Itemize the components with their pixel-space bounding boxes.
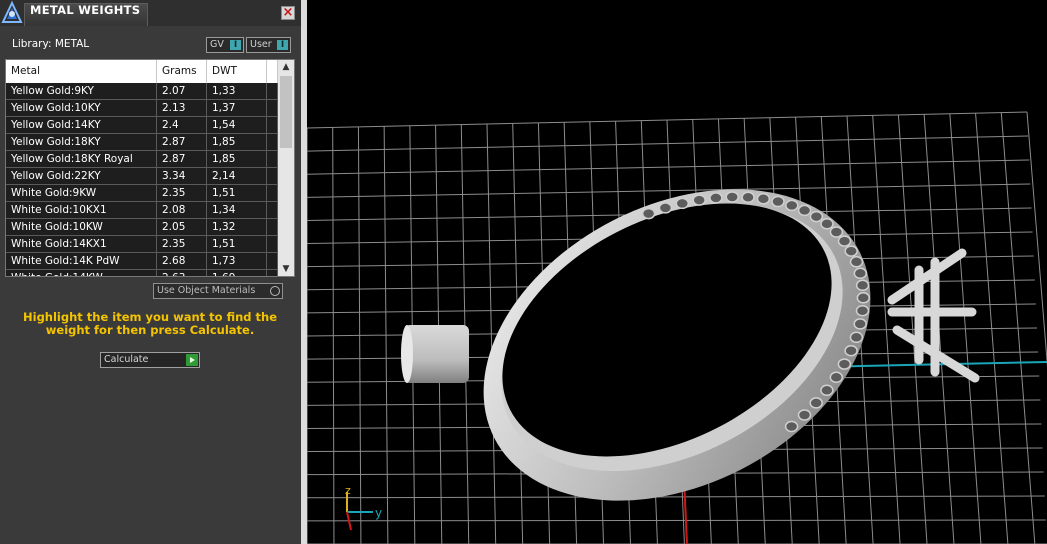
scroll-up-arrow-icon[interactable]: ▲	[278, 60, 294, 74]
dwt-cell: 1,85	[207, 134, 267, 151]
grams-cell: 2.63	[157, 270, 207, 276]
metal-cell: Yellow Gold:14KY	[6, 117, 157, 134]
dwt-cell: 1,51	[207, 236, 267, 253]
use-object-materials-toggle[interactable]: Use Object Materials	[153, 283, 283, 299]
library-label: Library: METAL	[12, 38, 90, 50]
gv-toggle-label: GV	[210, 39, 224, 50]
grams-cell: 2.07	[157, 83, 207, 100]
spacer-cell	[267, 100, 278, 117]
play-arrow-icon	[186, 354, 198, 366]
table-row[interactable]: White Gold:14KX1 2.35 1,51	[6, 236, 278, 253]
spacer-cell	[267, 185, 278, 202]
dwt-cell: 1,37	[207, 100, 267, 117]
metal-cell: Yellow Gold:18KY Royal	[6, 151, 157, 168]
metal-weights-panel: METAL WEIGHTS × Library: METAL GV I User…	[0, 0, 301, 544]
spacer-cell	[267, 253, 278, 270]
metal-cell: White Gold:10KX1	[6, 202, 157, 219]
dwt-cell: 2,14	[207, 168, 267, 185]
spacer-cell	[267, 117, 278, 134]
panel-title: METAL WEIGHTS	[30, 3, 141, 17]
grams-cell: 2.35	[157, 236, 207, 253]
spacer-cell	[267, 168, 278, 185]
table-row[interactable]: White Gold:14K PdW 2.68 1,73	[6, 253, 278, 270]
dwt-cell: 1,69	[207, 270, 267, 276]
spacer-cell	[267, 151, 278, 168]
dwt-cell: 1,85	[207, 151, 267, 168]
table-row[interactable]: Yellow Gold:10KY 2.13 1,37	[6, 100, 278, 117]
table-row[interactable]: White Gold:10KX1 2.08 1,34	[6, 202, 278, 219]
metal-cell: White Gold:14KW	[6, 270, 157, 276]
y-axis-label: y	[375, 506, 382, 520]
grams-cell: 2.08	[157, 202, 207, 219]
grams-cell: 2.87	[157, 151, 207, 168]
dwt-cell: 1,73	[207, 253, 267, 270]
metal-table: Metal Grams DWT Yellow Gold:9KY 2.07 1,33 Y…	[5, 59, 295, 277]
calculate-button[interactable]: Calculate	[100, 352, 200, 368]
spacer-cell	[267, 83, 278, 100]
header-metal[interactable]: Metal	[6, 60, 157, 83]
table-row[interactable]: Yellow Gold:22KY 3.34 2,14	[6, 168, 278, 185]
gv-toggle-indicator: I	[230, 40, 241, 50]
metal-cell: Yellow Gold:10KY	[6, 100, 157, 117]
dwt-cell: 1,33	[207, 83, 267, 100]
grams-cell: 2.68	[157, 253, 207, 270]
grams-cell: 2.13	[157, 100, 207, 117]
metal-cell: White Gold:9KW	[6, 185, 157, 202]
metal-cell: White Gold:14K PdW	[6, 253, 157, 270]
table-row[interactable]: Yellow Gold:9KY 2.07 1,33	[6, 83, 278, 100]
sprue-end	[401, 325, 413, 383]
viewport-scene: z y	[307, 111, 1047, 544]
table-row[interactable]: Yellow Gold:14KY 2.4 1,54	[6, 117, 278, 134]
dwt-cell: 1,34	[207, 202, 267, 219]
table-header: Metal Grams DWT	[6, 60, 278, 83]
metal-cell: Yellow Gold:18KY	[6, 134, 157, 151]
close-button[interactable]: ×	[281, 6, 295, 20]
sprue-cylinder	[404, 325, 469, 383]
ring-model[interactable]	[401, 127, 980, 544]
metal-cell: Yellow Gold:22KY	[6, 168, 157, 185]
spacer-cell	[267, 236, 278, 253]
app-logo-icon	[1, 0, 23, 23]
user-toggle-label: User	[250, 39, 272, 50]
scroll-thumb[interactable]	[280, 76, 292, 148]
table-row[interactable]: Yellow Gold:18KY Royal 2.87 1,85	[6, 151, 278, 168]
table-row[interactable]: White Gold:14KW2.631,69	[6, 270, 278, 276]
header-spacer	[267, 60, 278, 83]
grams-cell: 2.35	[157, 185, 207, 202]
dwt-cell: 1,54	[207, 117, 267, 134]
axis-triad: z y	[345, 484, 382, 531]
table-rows: Yellow Gold:9KY 2.07 1,33 Yellow Gold:10KY 2…	[6, 83, 278, 276]
header-grams[interactable]: Grams	[157, 60, 207, 83]
table-scrollbar[interactable]: ▲ ▼	[278, 60, 294, 276]
grams-cell: 2.4	[157, 117, 207, 134]
z-axis-label: z	[345, 484, 351, 497]
user-toggle-indicator: I	[277, 40, 288, 50]
scroll-down-arrow-icon[interactable]: ▼	[278, 262, 294, 276]
table-row[interactable]: White Gold:10KW 2.05 1,32	[6, 219, 278, 236]
metal-cell: White Gold:14KX1	[6, 236, 157, 253]
grams-cell: 2.05	[157, 219, 207, 236]
spacer-cell	[267, 219, 278, 236]
table-row[interactable]: White Gold:9KW 2.35 1,51	[6, 185, 278, 202]
table-row[interactable]: Yellow Gold:18KY 2.87 1,85	[6, 134, 278, 151]
instruction-text: Highlight the item you want to find the …	[23, 310, 277, 337]
spacer-cell	[267, 202, 278, 219]
3d-viewport[interactable]: z y	[307, 0, 1047, 544]
metal-cell: Yellow Gold:9KY	[6, 83, 157, 100]
header-dwt[interactable]: DWT	[207, 60, 267, 83]
spacer-cell	[267, 134, 278, 151]
prong-head	[887, 248, 980, 383]
user-library-toggle[interactable]: User I	[246, 37, 291, 53]
dwt-cell: 1,32	[207, 219, 267, 236]
dwt-cell: 1,51	[207, 185, 267, 202]
radio-circle-icon	[270, 286, 280, 296]
grams-cell: 3.34	[157, 168, 207, 185]
spacer-cell	[267, 270, 278, 276]
use-object-materials-label: Use Object Materials	[157, 285, 256, 296]
grams-cell: 2.87	[157, 134, 207, 151]
calculate-label: Calculate	[104, 354, 149, 365]
gv-library-toggle[interactable]: GV I	[206, 37, 244, 53]
metal-cell: White Gold:10KW	[6, 219, 157, 236]
panel-titlebar: METAL WEIGHTS ×	[0, 0, 301, 26]
